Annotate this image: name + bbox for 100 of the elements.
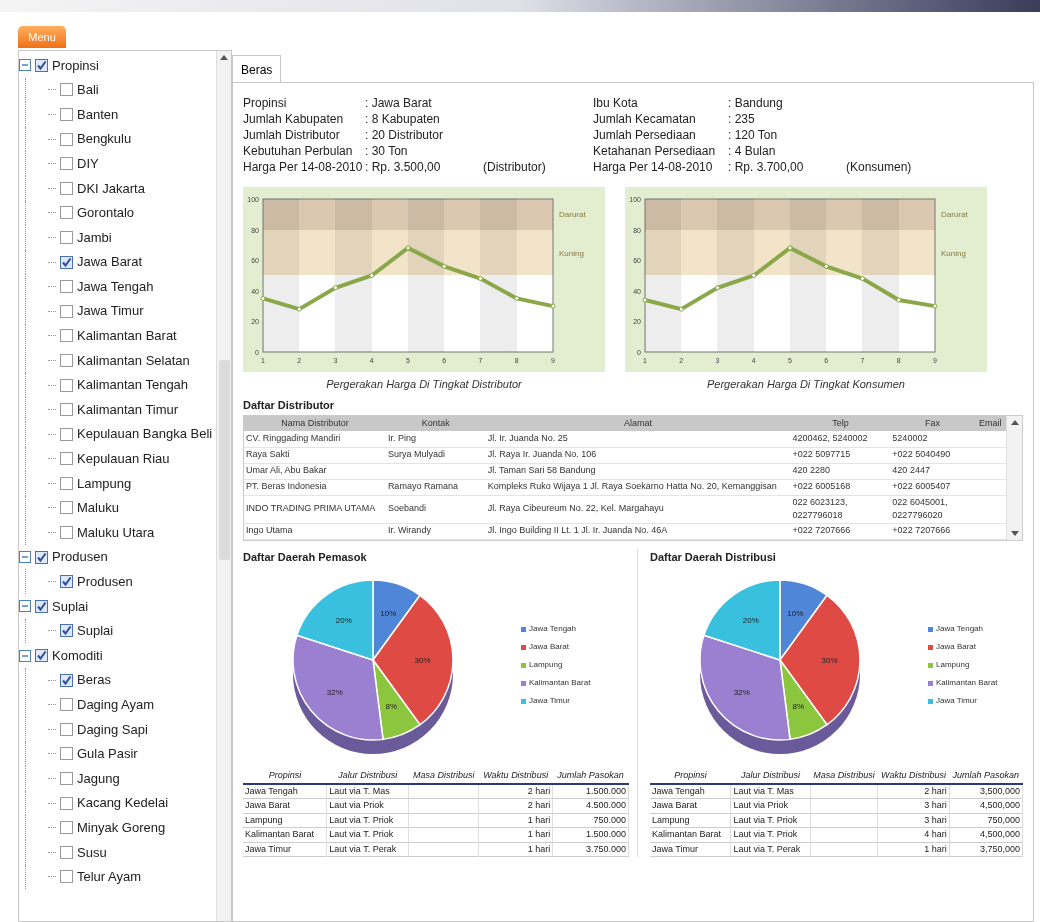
checkbox[interactable] (60, 624, 73, 638)
checkbox[interactable] (60, 673, 73, 687)
table-cell: Ir. Wirandy (385, 523, 486, 539)
tree-item[interactable]: Jagung (77, 768, 120, 789)
expander[interactable] (19, 649, 31, 662)
checkbox[interactable] (60, 230, 73, 244)
checkbox[interactable] (60, 452, 73, 466)
table-cell: 5240002 (890, 431, 975, 447)
legend-swatch (928, 680, 933, 686)
legend-label: Jawa Tengah (936, 623, 983, 635)
tree-item[interactable]: Kalimantan Selatan (77, 350, 190, 371)
tree-item[interactable]: Lampung (77, 473, 132, 494)
checkbox[interactable] (60, 329, 73, 343)
scroll-up-icon[interactable] (1010, 420, 1019, 425)
tree-item[interactable]: Kepulauan Riau (77, 449, 170, 469)
checkbox[interactable] (60, 526, 73, 540)
tree-item[interactable]: Daging Ayam (77, 695, 155, 715)
table-cell: Jl. Taman Sari 58 Bandung (485, 463, 791, 479)
checkbox[interactable] (60, 83, 73, 97)
checkbox[interactable] (60, 821, 73, 835)
checkbox[interactable] (60, 722, 73, 736)
slice-label: 30% (414, 656, 431, 665)
tree-item[interactable]: Suplai (77, 621, 114, 641)
scrollbar[interactable] (216, 51, 231, 921)
tree-item[interactable]: Kepulauan Bangka Beli (77, 424, 213, 444)
field-value: : 235 (728, 111, 756, 127)
checkbox[interactable] (35, 649, 48, 663)
tree-item[interactable]: Gula Pasir (77, 744, 138, 764)
tree-item[interactable]: Jambi (77, 227, 112, 248)
table-cell: 4.500.000 (552, 798, 629, 813)
table-cell: Laut via T. Mas (730, 783, 811, 799)
tree-item[interactable]: Propinsi (52, 55, 99, 76)
tree-item[interactable]: Banten (77, 104, 119, 125)
tree-item[interactable]: Kacang Kedelai (77, 793, 169, 813)
scrollbar[interactable] (1006, 416, 1022, 540)
tree-item[interactable]: Kalimantan Tengah (77, 375, 189, 395)
checkbox[interactable] (60, 772, 73, 785)
tree-item[interactable]: DIY (77, 153, 99, 174)
tree-item[interactable]: Produsen (77, 572, 133, 592)
legend-swatch (928, 644, 933, 650)
checkbox[interactable] (60, 845, 73, 859)
checkbox[interactable] (35, 550, 48, 564)
checkbox[interactable] (60, 575, 73, 589)
scroll-thumb[interactable] (218, 360, 230, 560)
checkbox[interactable] (60, 181, 73, 195)
column-header: Jalur Distribusi (730, 769, 811, 784)
tree-item[interactable]: Jawa Barat (77, 252, 143, 272)
tree-item[interactable]: Komoditi (52, 645, 103, 666)
checkbox[interactable] (60, 108, 73, 121)
band-label: Kuning (559, 248, 584, 258)
tree-item[interactable]: Kalimantan Timur (77, 399, 179, 420)
checkbox[interactable] (60, 157, 73, 171)
checkbox[interactable] (35, 58, 48, 72)
tree-item[interactable]: Produsen (52, 547, 108, 567)
tree-item[interactable]: Gorontalo (77, 203, 135, 223)
checkbox[interactable] (60, 403, 73, 417)
checkbox[interactable] (35, 599, 48, 613)
table-cell: 4,500,000 (949, 827, 1023, 842)
scroll-up-icon[interactable] (220, 55, 228, 60)
column-header: Propinsi (243, 769, 327, 784)
expander[interactable] (19, 59, 31, 72)
table-cell: 420 2280 (790, 463, 891, 479)
tree-item[interactable]: Beras (77, 670, 111, 690)
scroll-down-icon[interactable] (1010, 530, 1019, 536)
checkbox[interactable] (60, 132, 73, 146)
table-cell: Ir. Ping (385, 431, 486, 447)
tree-item[interactable]: Jawa Tengah (77, 276, 154, 297)
tree-item[interactable]: DKI Jakarta (77, 178, 145, 198)
tree-item[interactable]: Maluku (77, 498, 119, 518)
checkbox[interactable] (60, 353, 73, 367)
tree-item[interactable]: Suplai (52, 596, 89, 617)
tree-item[interactable]: Susu (77, 842, 107, 863)
tree-item[interactable]: Kalimantan Barat (77, 326, 177, 346)
tree-item[interactable]: Jawa Timur (77, 301, 144, 321)
checkbox[interactable] (60, 698, 73, 712)
data-point (478, 276, 483, 282)
tree-item[interactable]: Bengkulu (77, 129, 132, 149)
expander[interactable] (19, 551, 31, 564)
checkbox[interactable] (60, 255, 73, 269)
tree-item[interactable]: Maluku Utara (77, 522, 155, 543)
expander[interactable] (19, 600, 31, 613)
checkbox[interactable] (60, 476, 73, 490)
checkbox[interactable] (60, 501, 73, 515)
tab[interactable]: Beras (232, 55, 282, 83)
tree-item[interactable]: Minyak Goreng (77, 817, 166, 838)
table-cell: 4200462, 5240002 (790, 431, 891, 447)
tree-item[interactable]: Bali (77, 80, 99, 100)
table-cell: 022 6045001, 0227796020 (890, 495, 975, 523)
checkbox[interactable] (60, 870, 73, 884)
checkbox[interactable] (60, 206, 73, 220)
checkbox[interactable] (60, 427, 73, 441)
checkbox[interactable] (60, 796, 73, 810)
checkbox[interactable] (60, 280, 73, 294)
checkbox[interactable] (60, 747, 73, 761)
table-cell: 3 hari (877, 813, 950, 828)
checkbox[interactable] (60, 378, 73, 392)
column-header: Propinsi (650, 769, 731, 784)
tree-item[interactable]: Telur Ayam (77, 867, 142, 887)
tree-item[interactable]: Daging Sapi (77, 719, 148, 740)
checkbox[interactable] (60, 304, 73, 318)
